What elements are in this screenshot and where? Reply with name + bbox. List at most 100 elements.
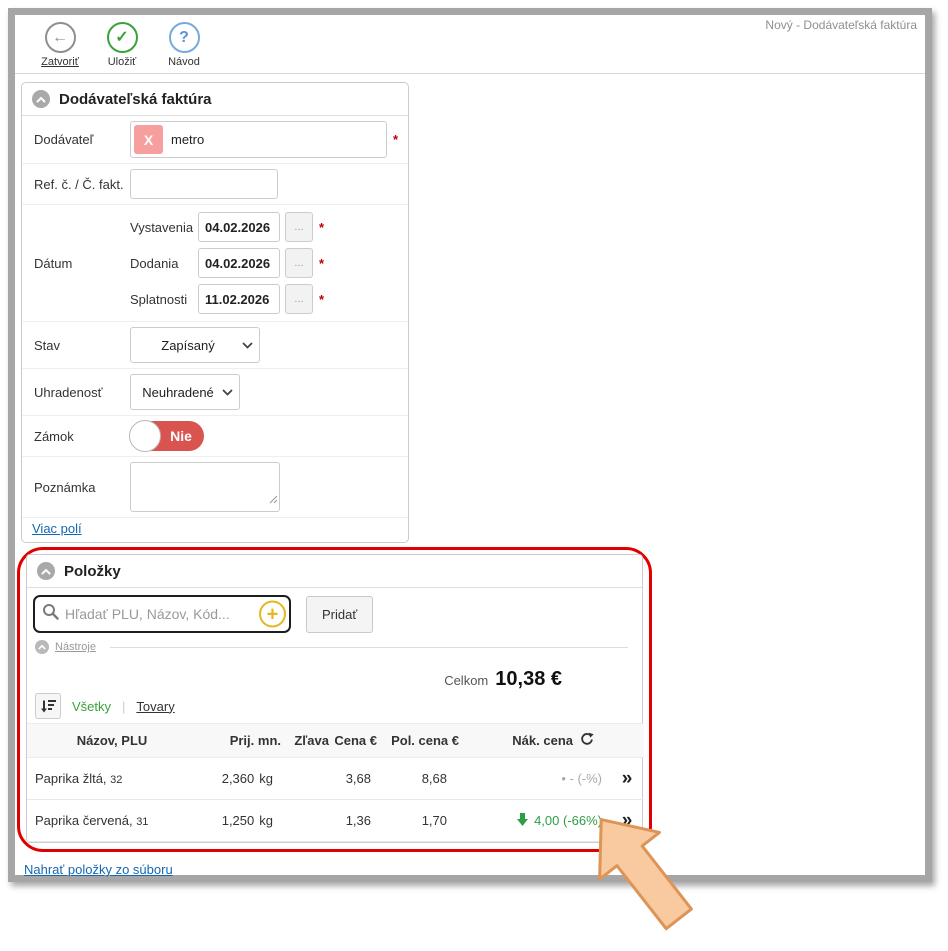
tools-link[interactable]: Nástroje bbox=[55, 641, 96, 653]
invoice-panel-footer: Viac polí bbox=[22, 518, 408, 542]
more-fields-link[interactable]: Viac polí bbox=[32, 521, 82, 536]
delivery-date-picker-button[interactable]: ... bbox=[285, 248, 313, 278]
due-date-picker-button[interactable]: ... bbox=[285, 284, 313, 314]
item-discount-cell bbox=[281, 800, 329, 842]
items-panel-header: Položky bbox=[27, 555, 642, 588]
check-icon: ✓ bbox=[107, 22, 138, 53]
col-header-line-total: Pol. cena € bbox=[377, 724, 459, 758]
tab-separator: | bbox=[122, 699, 125, 714]
collapse-chevron-icon[interactable] bbox=[35, 640, 49, 654]
invoice-panel-title: Dodávateľská faktúra bbox=[59, 91, 212, 108]
due-date-input[interactable] bbox=[198, 284, 280, 314]
sort-descending-icon bbox=[40, 699, 56, 714]
expand-row-icon[interactable]: » bbox=[611, 769, 643, 788]
item-plu: 32 bbox=[110, 774, 122, 786]
invoice-panel-header: Dodávateľská faktúra bbox=[22, 83, 408, 116]
delivery-date-row: Dodania ... * bbox=[130, 248, 324, 278]
search-icon bbox=[42, 603, 59, 625]
item-price-cell: 1,36 bbox=[329, 800, 377, 842]
lock-toggle-value: Nie bbox=[162, 421, 200, 451]
reference-label: Ref. č. / Č. fakt. bbox=[34, 177, 130, 192]
item-discount-cell bbox=[281, 758, 329, 800]
item-name: Paprika žltá, bbox=[35, 771, 107, 786]
purchase-price-header-label: Nák. cena bbox=[512, 733, 573, 748]
save-button-label: Uložiť bbox=[108, 56, 137, 68]
collapse-chevron-icon[interactable] bbox=[37, 562, 55, 580]
issue-date-picker-button[interactable]: ... bbox=[285, 212, 313, 242]
toggle-knob bbox=[129, 420, 161, 452]
tabs-row: Všetky | Tovary bbox=[27, 693, 642, 723]
add-plus-icon[interactable]: + bbox=[259, 601, 286, 628]
required-mark: * bbox=[319, 256, 324, 271]
item-expand-cell: » bbox=[610, 758, 644, 800]
required-mark: * bbox=[319, 220, 324, 235]
tools-row: Nástroje bbox=[27, 639, 642, 659]
window-title: Nový - Dodávateľská faktúra bbox=[765, 18, 917, 32]
sort-button[interactable] bbox=[35, 693, 61, 719]
item-name-cell: Paprika žltá, 32 bbox=[27, 758, 197, 800]
supplier-input[interactable] bbox=[163, 131, 386, 148]
lock-label: Zámok bbox=[34, 429, 130, 444]
app-window: Nový - Dodávateľská faktúra ← Zatvoriť ✓… bbox=[8, 8, 932, 882]
item-purchase-cell: 4,00 (-66%) bbox=[459, 800, 610, 842]
upload-items-link[interactable]: Nahrať položky zo súboru bbox=[24, 862, 173, 877]
col-header-received-qty: Prij. mn. bbox=[197, 724, 281, 758]
items-table-header-row: Názov, PLU Prij. mn. Zľava Cena € Pol. c… bbox=[27, 724, 644, 758]
due-date-row: Splatnosti ... * bbox=[130, 284, 324, 314]
reference-input[interactable] bbox=[130, 169, 278, 199]
delivery-date-input[interactable] bbox=[198, 248, 280, 278]
help-button[interactable]: ? Návod bbox=[161, 22, 207, 68]
issue-date-row: Vystavenia ... * bbox=[130, 212, 324, 242]
item-row: Paprika červená, 31 1,250kg 1,36 1,70 4,… bbox=[27, 800, 644, 842]
col-header-discount: Zľava bbox=[281, 724, 329, 758]
close-button[interactable]: ← Zatvoriť bbox=[37, 22, 83, 68]
divider bbox=[110, 647, 628, 648]
col-header-purchase-price: Nák. cena bbox=[459, 724, 610, 758]
collapse-chevron-icon[interactable] bbox=[32, 90, 50, 108]
required-mark: * bbox=[319, 292, 324, 307]
item-line-total-cell: 1,70 bbox=[377, 800, 459, 842]
lock-row: Zámok Nie bbox=[22, 416, 408, 457]
status-select[interactable]: Zapísaný bbox=[130, 327, 260, 363]
expand-row-icon[interactable]: » bbox=[611, 811, 643, 830]
item-name-cell: Paprika červená, 31 bbox=[27, 800, 197, 842]
refresh-icon[interactable] bbox=[580, 732, 594, 749]
resize-handle-icon[interactable] bbox=[269, 491, 278, 509]
items-table: Názov, PLU Prij. mn. Zľava Cena € Pol. c… bbox=[27, 723, 644, 842]
close-button-label: Zatvoriť bbox=[41, 56, 79, 68]
date-grid: Vystavenia ... * Dodania ... * Splatnost… bbox=[130, 210, 324, 316]
paid-status-label: Uhradenosť bbox=[34, 385, 130, 400]
invoice-panel: Dodávateľská faktúra Dodávateľ X * Ref. … bbox=[21, 82, 409, 543]
tab-all[interactable]: Všetky bbox=[72, 699, 111, 714]
question-icon: ? bbox=[169, 22, 200, 53]
item-expand-cell: » bbox=[610, 800, 644, 842]
price-drop-arrow-icon bbox=[517, 813, 528, 829]
red-highlight-annotation: Položky + Pridať Nástroje Celkom10,38 € bbox=[17, 547, 652, 852]
items-panel: Položky + Pridať Nástroje Celkom10,38 € bbox=[26, 554, 643, 843]
col-header-name-plu: Názov, PLU bbox=[27, 724, 197, 758]
items-panel-title: Položky bbox=[64, 563, 121, 580]
status-row: Stav Zapísaný bbox=[22, 322, 408, 369]
add-item-button[interactable]: Pridať bbox=[306, 596, 373, 633]
note-row: Poznámka bbox=[22, 457, 408, 518]
item-row: Paprika žltá, 32 2,360kg 3,68 8,68 • - (… bbox=[27, 758, 644, 800]
item-search-box[interactable]: + bbox=[33, 595, 291, 633]
issue-date-input[interactable] bbox=[198, 212, 280, 242]
upload-row: Nahrať položky zo súboru bbox=[24, 861, 925, 879]
supplier-field[interactable]: X bbox=[130, 121, 387, 158]
remove-supplier-icon[interactable]: X bbox=[134, 125, 163, 154]
total-row: Celkom10,38 € bbox=[27, 659, 642, 693]
supplier-row: Dodávateľ X * bbox=[22, 116, 408, 164]
item-search-input[interactable] bbox=[63, 605, 257, 623]
search-row: + Pridať bbox=[27, 588, 642, 639]
issue-date-label: Vystavenia bbox=[130, 220, 198, 235]
tab-goods[interactable]: Tovary bbox=[136, 699, 174, 714]
note-textarea[interactable] bbox=[130, 462, 280, 512]
item-line-total-cell: 8,68 bbox=[377, 758, 459, 800]
item-qty-cell: 2,360kg bbox=[197, 758, 281, 800]
lock-toggle[interactable]: Nie bbox=[130, 421, 204, 451]
save-button[interactable]: ✓ Uložiť bbox=[99, 22, 145, 68]
paid-status-select[interactable]: Neuhradené bbox=[130, 374, 240, 410]
col-header-price: Cena € bbox=[329, 724, 377, 758]
purchase-price-change: 4,00 (-66%) bbox=[534, 813, 602, 828]
